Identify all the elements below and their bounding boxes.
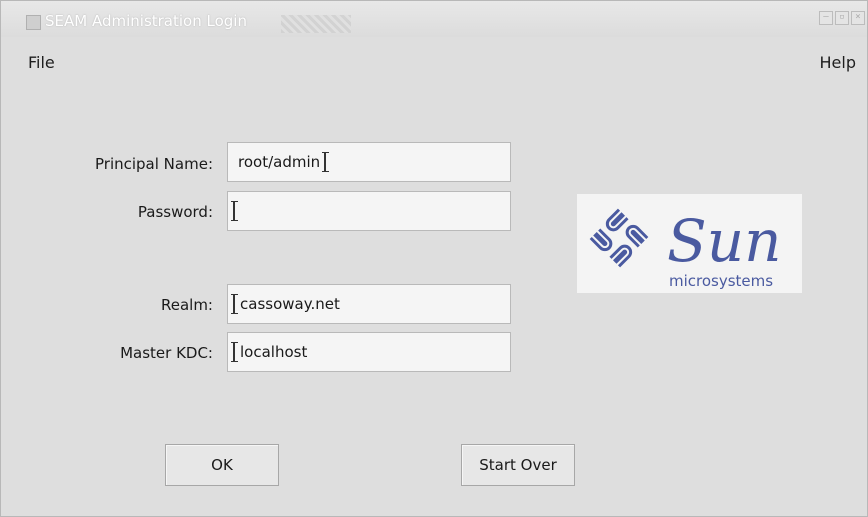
menu-file[interactable]: File xyxy=(28,53,55,72)
window-menu-icon[interactable] xyxy=(26,15,41,30)
minimize-icon[interactable]: – xyxy=(819,11,833,25)
realm-input[interactable] xyxy=(227,284,511,324)
sun-tagline: microsystems xyxy=(669,272,773,290)
sun-logo-icon: Sun microsystems xyxy=(589,207,781,290)
text-cursor-icon xyxy=(322,152,329,172)
text-cursor-icon xyxy=(231,201,238,221)
title-bar[interactable]: SEAM Administration Login – ▫ × xyxy=(1,1,867,37)
text-cursor-icon xyxy=(231,342,238,362)
window-title: SEAM Administration Login xyxy=(45,12,247,30)
sun-wordmark: Sun xyxy=(667,207,781,275)
window-controls: – ▫ × xyxy=(819,11,865,25)
principal-name-label: Principal Name: xyxy=(95,155,213,173)
password-input[interactable] xyxy=(227,191,511,231)
menu-help[interactable]: Help xyxy=(820,53,856,72)
master-kdc-label: Master KDC: xyxy=(120,344,213,362)
principal-name-input[interactable] xyxy=(227,142,511,182)
login-window: SEAM Administration Login – ▫ × File Hel… xyxy=(0,0,868,517)
master-kdc-input[interactable] xyxy=(227,332,511,372)
start-over-button[interactable]: Start Over xyxy=(461,444,575,486)
password-label: Password: xyxy=(137,203,213,221)
realm-label: Realm: xyxy=(160,296,213,314)
ok-button[interactable]: OK xyxy=(165,444,279,486)
title-decoration xyxy=(281,15,351,33)
text-cursor-icon xyxy=(231,294,238,314)
maximize-icon[interactable]: ▫ xyxy=(835,11,849,25)
close-icon[interactable]: × xyxy=(851,11,865,25)
menu-bar: File Help xyxy=(1,37,867,87)
sun-logo: Sun microsystems xyxy=(577,194,802,293)
